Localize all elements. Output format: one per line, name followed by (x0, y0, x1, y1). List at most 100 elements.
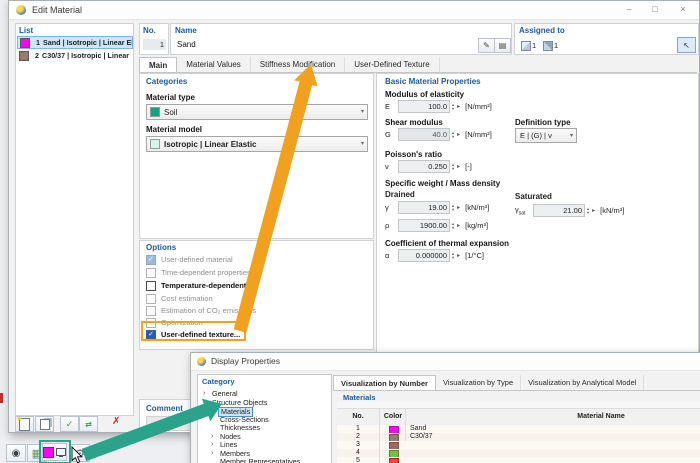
checkbox-icon[interactable] (146, 318, 156, 328)
row-color-cell[interactable] (379, 441, 406, 449)
copy-pages-icon (40, 419, 50, 430)
tab-visualization-by-type[interactable]: Visualization by Type (436, 375, 521, 390)
view-settings-button[interactable]: ◉ (6, 444, 26, 462)
nu-unit: [-] (465, 162, 472, 171)
swap-icon: ⇄ (85, 420, 92, 429)
minimize-button[interactable]: – (621, 4, 637, 14)
option-optimization[interactable]: Optimization (146, 317, 203, 328)
tab-divider (333, 390, 700, 391)
chevron-right-icon[interactable]: › (203, 390, 205, 399)
close-button[interactable]: × (675, 4, 691, 14)
row-color-cell[interactable] (379, 457, 406, 463)
maximize-button[interactable]: □ (647, 4, 663, 14)
app-icon (16, 5, 26, 15)
e-unit: [N/mm²] (465, 102, 492, 111)
material-type-dropdown[interactable]: Soil ▾ (146, 104, 368, 120)
option-temperature-dependent[interactable]: Temperature-dependent... (146, 280, 253, 291)
list-item-text: Sand | Isotropic | Linear Elastic (43, 38, 133, 47)
display-properties-titlebar[interactable]: Display Properties (191, 353, 700, 371)
table-header-row[interactable]: No. Color Material Name (337, 409, 700, 426)
g-input[interactable]: 40.0 (398, 128, 450, 141)
tab-visualization-by-number[interactable]: Visualization by Number (333, 375, 436, 390)
options-button[interactable]: ⚙ (70, 444, 90, 462)
tree-item-member-representatives[interactable]: Member Representatives (220, 458, 300, 463)
option-time-dependent[interactable]: Time-dependent properties (146, 267, 251, 278)
checkbox-icon[interactable] (146, 306, 156, 316)
check-all-button[interactable]: ✓ (60, 416, 79, 432)
delete-material-button[interactable]: ✗ (112, 416, 120, 427)
header-material-name: Material Name (405, 409, 700, 425)
option-user-defined-material[interactable]: ✓ User-defined material (146, 254, 233, 265)
g-spinner[interactable]: ▴▾ (452, 131, 454, 138)
select-individually-button[interactable]: ↖ (677, 37, 696, 53)
symbol-gamma: γ (385, 203, 398, 212)
definition-type-value: E | (G) | ν (520, 131, 552, 140)
option-co2-estimation[interactable]: Estimation of CO₂ emissions (146, 305, 256, 316)
tab-main[interactable]: Main (139, 57, 177, 72)
library-button[interactable]: ▤ (494, 38, 511, 53)
gamma-sat-detail-button[interactable]: ▸ (592, 207, 595, 214)
symbol-gamma-sat: γsat (515, 205, 533, 217)
chevron-down-icon[interactable]: › (200, 402, 209, 404)
row-color-cell[interactable] (379, 433, 406, 441)
name-input[interactable]: Sand (177, 40, 196, 49)
checkbox-icon[interactable]: ✓ (146, 330, 156, 340)
assigned-surfaces-count: 1 (554, 41, 558, 50)
gamma-spinner[interactable]: ▴▾ (452, 204, 454, 211)
row-color-cell[interactable] (379, 425, 406, 433)
checkbox-icon[interactable] (146, 281, 156, 291)
gamma-sat-input[interactable]: 21.00 (533, 204, 585, 217)
tab-material-values[interactable]: Material Values (177, 57, 251, 72)
edit-material-titlebar[interactable]: Edit Material – □ × (9, 1, 699, 20)
copy-material-button[interactable] (35, 416, 54, 432)
g-unit: [N/mm²] (465, 130, 492, 139)
checkbox-icon[interactable] (146, 294, 156, 304)
e-detail-button[interactable]: ▸ (457, 103, 460, 110)
option-cost-estimation[interactable]: Cost estimation (146, 293, 213, 304)
assigned-members-count: 1 (532, 41, 536, 50)
alpha-input[interactable]: 0.000000 (398, 249, 450, 262)
g-detail-button[interactable]: ▸ (457, 131, 460, 138)
symbol-rho: ρ (385, 221, 398, 230)
thermal-expansion-label: Coefficient of thermal expansion (385, 239, 509, 248)
rho-input[interactable]: 1900.00 (398, 219, 450, 232)
rho-spinner[interactable]: ▴▾ (452, 222, 454, 229)
definition-type-dropdown[interactable]: E | (G) | ν ▾ (515, 128, 577, 143)
chevron-right-icon[interactable]: › (211, 450, 213, 459)
dialog-title: Display Properties (211, 356, 280, 366)
nu-input[interactable]: 0.250 (398, 160, 450, 173)
tab-visualization-by-analytical-model[interactable]: Visualization by Analytical Model (521, 375, 644, 390)
display-properties-button[interactable] (42, 443, 67, 461)
visualization-tabs: Visualization by Number Visualization by… (333, 375, 644, 390)
material-color-swatch (19, 51, 29, 61)
name-label: Name (175, 26, 197, 35)
material-table-row[interactable]: 5 (337, 457, 700, 463)
gamma-detail-button[interactable]: ▸ (457, 204, 460, 211)
nu-detail-button[interactable]: ▸ (457, 163, 460, 170)
material-type-value: Soil (164, 108, 177, 117)
display-properties-dialog: Display Properties Category › General › … (190, 352, 700, 463)
tab-stiffness-modification[interactable]: Stiffness Modification (251, 57, 345, 72)
rename-button[interactable]: ✎ (478, 38, 495, 53)
nu-spinner[interactable]: ▴▾ (452, 163, 454, 170)
e-input[interactable]: 100.0 (398, 100, 450, 113)
list-item-c3037[interactable]: 2 C30/37 | Isotropic | Linear Elastic (17, 49, 131, 62)
alpha-spinner[interactable]: ▴▾ (452, 252, 454, 259)
material-model-dropdown[interactable]: Isotropic | Linear Elastic ▾ (146, 136, 368, 152)
drained-label: Drained (385, 190, 415, 199)
chevron-right-icon[interactable]: › (211, 433, 213, 442)
checkbox-icon[interactable]: ✓ (146, 255, 156, 265)
rho-detail-button[interactable]: ▸ (457, 222, 460, 229)
checkbox-icon[interactable] (146, 268, 156, 278)
option-user-defined-texture[interactable]: ✓ User-defined texture... (146, 329, 240, 340)
row-color-cell[interactable] (379, 449, 406, 457)
alpha-detail-button[interactable]: ▸ (457, 252, 460, 259)
tab-user-defined-texture[interactable]: User-Defined Texture (345, 57, 439, 72)
e-spinner[interactable]: ▴▾ (452, 103, 454, 110)
gamma-sat-spinner[interactable]: ▴▾ (587, 207, 589, 214)
new-material-button[interactable]: ★ (15, 416, 34, 432)
transfer-button[interactable]: ⇄ (79, 416, 98, 432)
chevron-right-icon[interactable]: › (211, 441, 213, 450)
list-item-sand[interactable]: 1 Sand | Isotropic | Linear Elastic (17, 36, 133, 49)
gamma-input[interactable]: 19.00 (398, 201, 450, 214)
